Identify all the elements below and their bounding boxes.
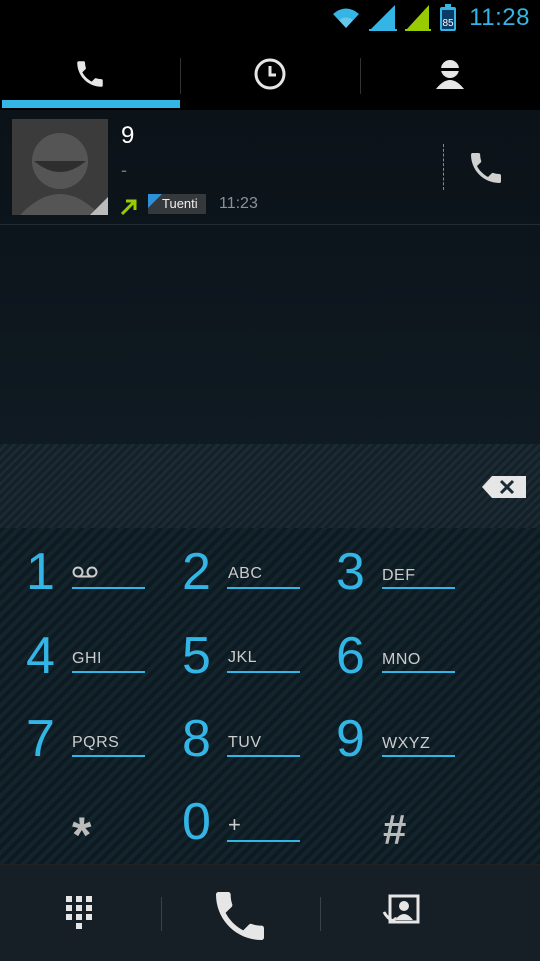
person-icon [436, 60, 464, 89]
tab-indicator [2, 100, 180, 108]
clock: 11:28 [469, 4, 530, 31]
tab-contacts[interactable] [360, 38, 540, 110]
account-flag-icon [148, 194, 162, 208]
dialpad-icon[interactable] [66, 896, 94, 930]
call-icon[interactable] [208, 884, 272, 948]
contact-avatar[interactable] [12, 119, 108, 215]
key-number: 8 [182, 710, 211, 768]
digits-field[interactable] [0, 444, 540, 528]
key-letters: PQRS [72, 734, 120, 751]
phone-icon [77, 61, 103, 87]
call-time: 11:23 [219, 195, 258, 212]
key-letters: DEF [382, 567, 416, 584]
battery-icon: 85 [440, 4, 457, 31]
key-number: 1 [26, 543, 55, 601]
entry-divider [443, 144, 444, 190]
key-number: 5 [182, 627, 211, 685]
key-letters: + [228, 812, 242, 837]
key-letters: ABC [228, 565, 263, 582]
key-number: 7 [26, 710, 55, 768]
account-tag: Tuenti [148, 194, 206, 214]
key-number: 4 [26, 627, 55, 685]
key-number: 9 [336, 710, 365, 768]
key-letters: WXYZ [382, 735, 431, 752]
contact-card-icon[interactable] [380, 894, 420, 932]
key-number: 2 [182, 543, 211, 601]
signal-icon-1 [369, 5, 398, 31]
key-number: 6 [336, 627, 365, 685]
backspace-button[interactable] [482, 476, 526, 498]
key-number: 0 [182, 793, 211, 851]
account-label: Tuenti [162, 196, 198, 211]
status-bar: 85 11:28 [0, 0, 540, 38]
key-number: # [383, 806, 407, 853]
key-letters: GHI [72, 650, 102, 667]
key-letters: MNO [382, 651, 421, 668]
number-type: - [121, 160, 127, 180]
key-letters: TUV [228, 734, 262, 751]
voicemail-icon [72, 566, 98, 578]
signal-icon-2 [405, 5, 432, 31]
wifi-icon [333, 8, 360, 28]
key-letters: JKL [228, 649, 258, 666]
tab-history[interactable] [180, 38, 360, 110]
call-back-button[interactable] [466, 148, 506, 188]
key-number: 3 [336, 543, 365, 601]
key-number: * [72, 807, 92, 863]
clock-icon [254, 58, 286, 90]
battery-level: 85 [443, 18, 455, 29]
contact-name: 9 [121, 122, 135, 149]
outgoing-call-arrow-icon [120, 199, 137, 216]
